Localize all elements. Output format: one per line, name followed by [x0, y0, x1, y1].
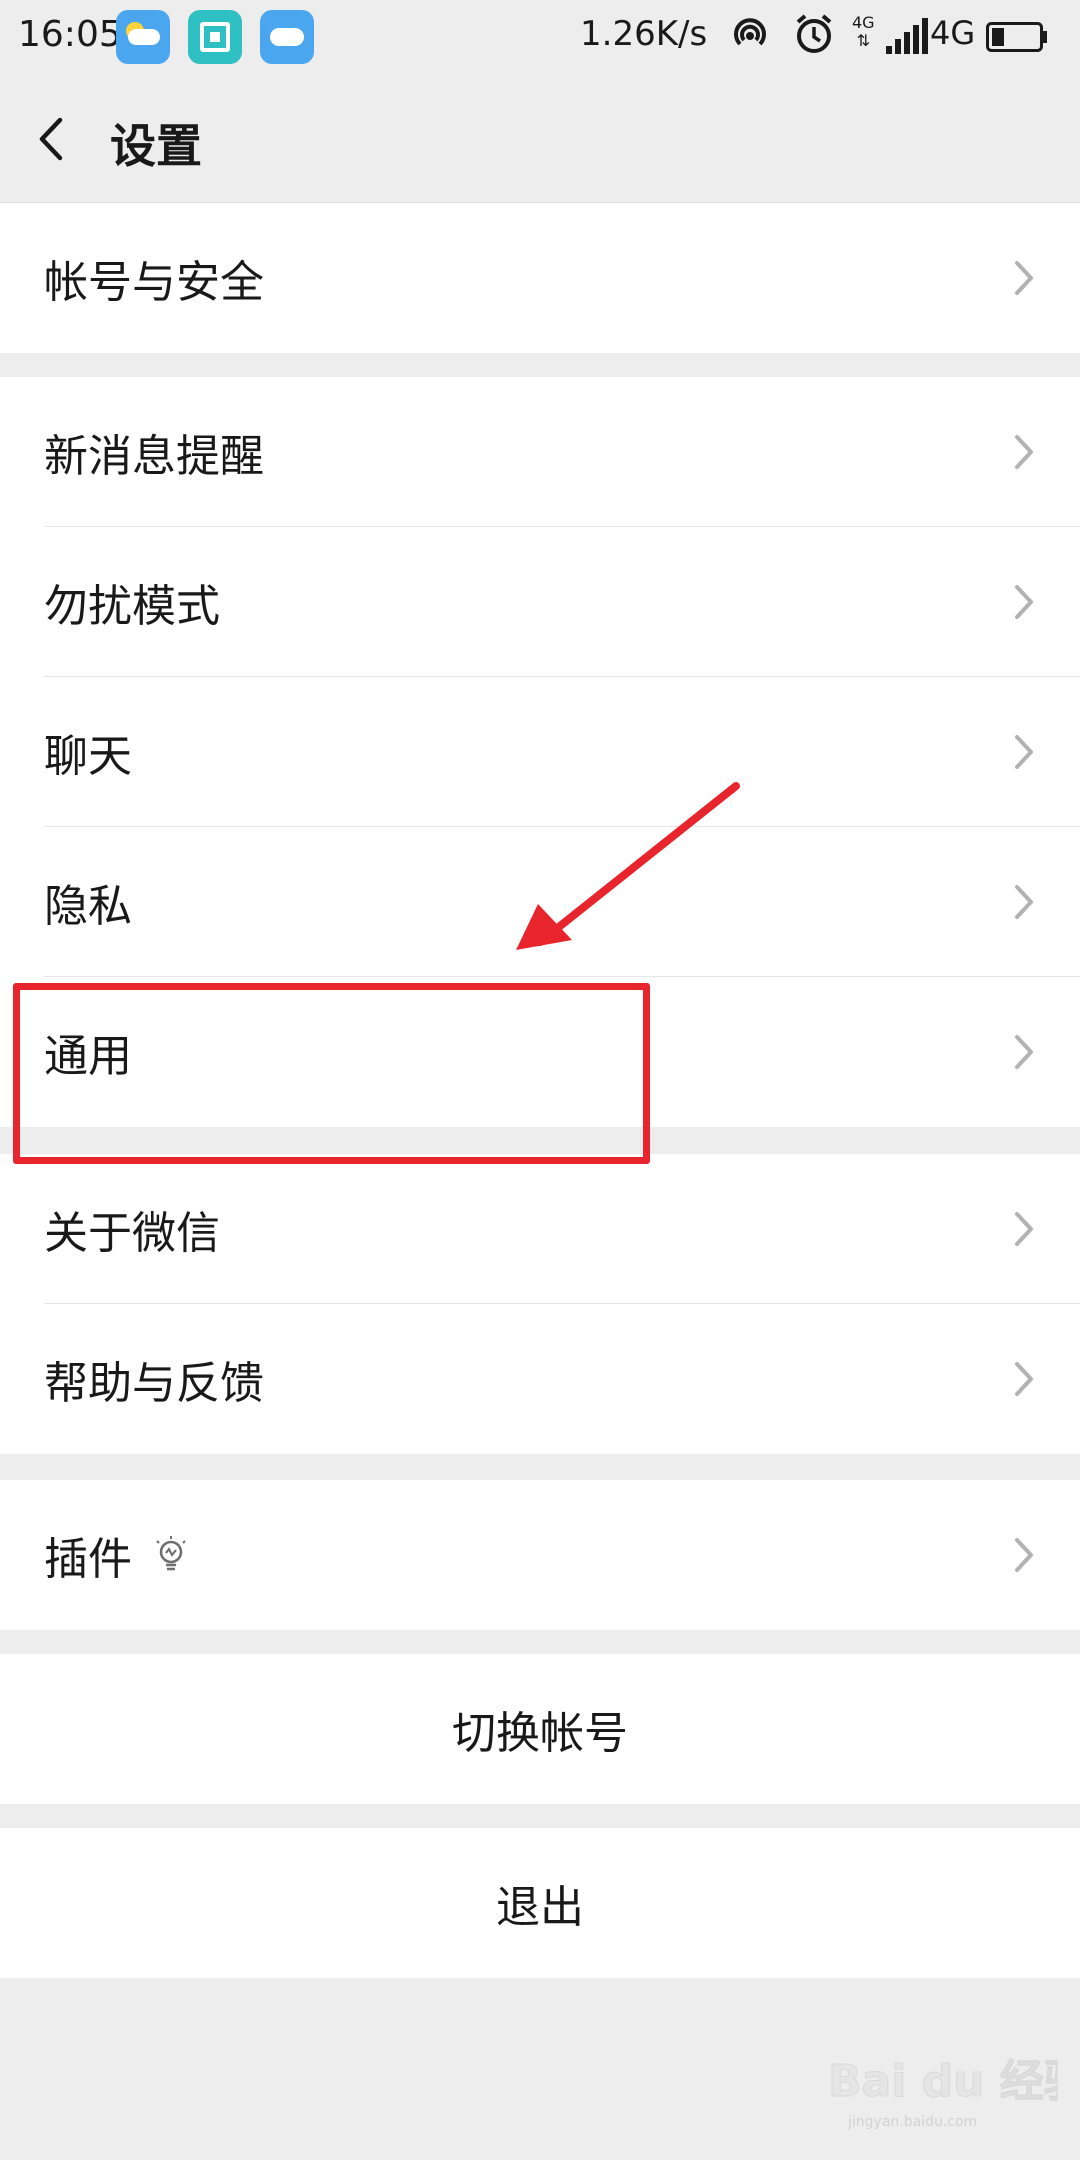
settings-group-plugins: 插件 [0, 1480, 1080, 1630]
logout-group: 退出 [0, 1828, 1080, 1978]
settings-item-label: 关于微信 [44, 1208, 220, 1259]
chevron-right-icon [1015, 735, 1033, 769]
chevron-left-icon[interactable] [30, 112, 80, 166]
settings-item-about-wechat[interactable]: 关于微信 [0, 1154, 1080, 1304]
alarm-icon [796, 14, 832, 53]
annotation-arrow-icon [516, 782, 740, 950]
chevron-right-icon [1015, 885, 1033, 919]
signal-icon [886, 18, 928, 54]
chevron-right-icon [1015, 1212, 1033, 1246]
switch-account-group: 切换帐号 [0, 1654, 1080, 1804]
settings-item-label: 勿扰模式 [44, 581, 220, 632]
settings-item-help-feedback[interactable]: 帮助与反馈 [0, 1304, 1080, 1454]
baidu-jingyan-watermark: Bai du 经验 jingyan.baidu.com [828, 2056, 1058, 2131]
chevron-right-icon [1015, 1538, 1033, 1572]
battery-icon [986, 22, 1047, 52]
chevron-right-icon [1015, 585, 1033, 619]
settings-item-label: 帐号与安全 [44, 257, 264, 308]
chevron-right-icon [1015, 1035, 1033, 1069]
settings-item-account-security[interactable]: 帐号与安全 [0, 203, 1080, 353]
switch-account-button[interactable]: 切换帐号 [0, 1654, 1080, 1804]
watermark-brand: Bai du 经验 [828, 2056, 1058, 2107]
settings-item-notifications[interactable]: 新消息提醒 [0, 377, 1080, 527]
logout-button[interactable]: 退出 [0, 1828, 1080, 1978]
settings-group-about: 关于微信 帮助与反馈 [0, 1154, 1080, 1454]
weather-icon [260, 10, 314, 64]
settings-item-do-not-disturb[interactable]: 勿扰模式 [0, 527, 1080, 677]
annotation-highlight-box [13, 983, 650, 1164]
nav-bar: 设置 [0, 76, 1080, 203]
settings-item-label: 聊天 [44, 731, 132, 782]
network-type: 4G [930, 14, 976, 52]
settings-item-label: 新消息提醒 [44, 431, 264, 482]
settings-group-account: 帐号与安全 [0, 203, 1080, 353]
status-time: 16:05 [18, 14, 122, 55]
settings-item-plugins[interactable]: 插件 [0, 1480, 1080, 1630]
weather-icon [116, 10, 170, 64]
page-title: 设置 [110, 119, 202, 173]
status-bar: 16:05 1.26K/s 4G ⇅ 4G [0, 0, 1080, 76]
watermark-url: jingyan.baidu.com [847, 2114, 977, 2130]
chevron-right-icon [1015, 435, 1033, 469]
chevron-right-icon [1015, 261, 1033, 295]
network-speed: 1.26K/s [580, 14, 708, 54]
settings-item-label: 帮助与反馈 [44, 1358, 264, 1409]
chevron-right-icon [1015, 1362, 1033, 1396]
hotspot-icon [734, 18, 766, 46]
settings-item-label: 插件 [44, 1534, 132, 1585]
lightbulb-icon [156, 1536, 186, 1571]
scan-icon [188, 10, 242, 64]
network-type-small: 4G ⇅ [852, 13, 875, 50]
settings-item-label: 隐私 [44, 881, 132, 932]
